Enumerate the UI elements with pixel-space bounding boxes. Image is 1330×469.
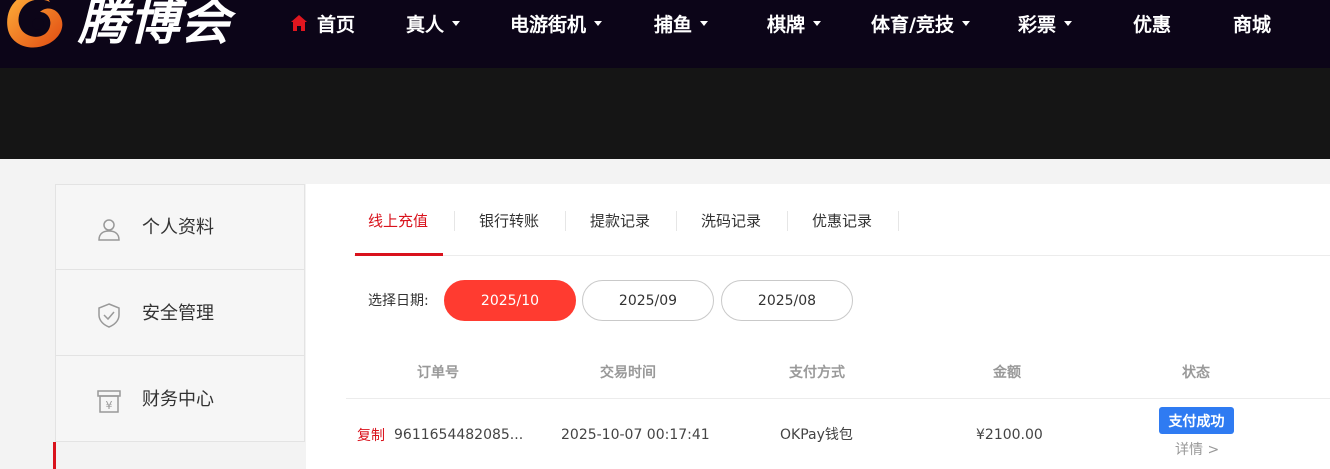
user-icon (98, 219, 120, 241)
tab-rebate-records[interactable]: 洗码记录 (701, 210, 761, 232)
nav-item-live[interactable]: 真人 (406, 10, 461, 36)
top-navigation-bar: 腾博会 首页 真人 电游街机 捕鱼 棋牌 体育/竞技 彩票 优惠 商城 (0, 0, 1330, 68)
nav-label: 捕鱼 (654, 13, 693, 36)
tab-divider (676, 211, 677, 231)
date-option-2025-08[interactable]: 2025/08 (721, 280, 853, 321)
chevron-down-icon (813, 20, 822, 26)
sidebar-item-profile[interactable]: 个人资料 (56, 185, 305, 270)
nav-item-home[interactable]: 首页 (290, 10, 355, 36)
sidebar-item-finance[interactable]: ¥ 财务中心 (56, 357, 305, 442)
nav-label: 商城 (1233, 13, 1272, 36)
date-filter-label: 选择日期: (368, 293, 429, 309)
payment-method: OKPay钱包 (780, 427, 853, 443)
date-option-2025-10[interactable]: 2025/10 (444, 280, 576, 321)
nav-label: 彩票 (1018, 13, 1057, 36)
column-header-amount: 金额 (993, 365, 1021, 381)
status-badge: 支付成功 (1159, 407, 1234, 434)
chevron-down-icon (961, 20, 970, 26)
main-nav: 首页 真人 电游街机 捕鱼 棋牌 体育/竞技 彩票 优惠 商城 (0, 0, 1330, 46)
chevron-down-icon (452, 20, 461, 26)
svg-text:¥: ¥ (106, 399, 113, 412)
tab-bank-transfer[interactable]: 银行转账 (479, 210, 539, 232)
column-header-order-no: 订单号 (417, 365, 459, 381)
sidebar-item-label: 个人资料 (142, 217, 214, 238)
active-indicator (53, 442, 56, 469)
column-header-method: 支付方式 (789, 365, 845, 381)
sidebar-item-label: 安全管理 (142, 303, 214, 324)
chevron-down-icon (700, 20, 709, 26)
finance-panel: 线上充值 银行转账 提款记录 洗码记录 优惠记录 选择日期: 2025/10 2… (306, 184, 1330, 469)
column-header-time: 交易时间 (600, 365, 656, 381)
copy-order-button[interactable]: 复制 (357, 426, 385, 446)
tab-divider (565, 211, 566, 231)
sidebar-item-label: 财务中心 (142, 389, 214, 410)
nav-item-fishing[interactable]: 捕鱼 (654, 10, 709, 36)
nav-item-sports[interactable]: 体育/竞技 (871, 10, 970, 36)
nav-item-shop[interactable]: 商城 (1233, 10, 1271, 36)
shield-icon (98, 303, 120, 328)
tab-divider (898, 211, 899, 231)
chevron-down-icon (594, 20, 603, 26)
transaction-time: 2025-10-07 00:17:41 (561, 427, 710, 443)
column-header-status: 状态 (1182, 365, 1210, 381)
active-tab-underline (355, 253, 443, 256)
finance-icon: ¥ (97, 390, 121, 413)
nav-label: 真人 (406, 13, 445, 36)
amount: ¥2100.00 (976, 427, 1043, 443)
tab-promotion-records[interactable]: 优惠记录 (812, 210, 872, 232)
home-icon (291, 15, 307, 31)
nav-item-promotions[interactable]: 优惠 (1133, 10, 1171, 36)
chevron-down-icon (1064, 20, 1073, 26)
nav-item-slots[interactable]: 电游街机 (510, 10, 603, 36)
table-header-divider (346, 398, 1330, 399)
tabs-divider (354, 255, 1330, 256)
tab-online-deposit[interactable]: 线上充值 (368, 210, 428, 232)
nav-item-cards[interactable]: 棋牌 (767, 10, 822, 36)
nav-item-lottery[interactable]: 彩票 (1018, 10, 1073, 36)
detail-link[interactable]: 详情 > (1175, 440, 1219, 460)
order-number: 9611654482085... (394, 427, 524, 443)
date-option-2025-09[interactable]: 2025/09 (582, 280, 714, 321)
nav-label: 棋牌 (767, 13, 806, 36)
nav-label: 体育/竞技 (871, 13, 954, 36)
tab-divider (787, 211, 788, 231)
nav-label: 首页 (317, 13, 356, 36)
banner-area (0, 68, 1330, 159)
nav-label: 电游街机 (510, 13, 587, 36)
nav-label: 优惠 (1133, 13, 1172, 36)
tab-divider (454, 211, 455, 231)
account-sidebar: 个人资料 安全管理 ¥ 财务中心 (55, 184, 305, 442)
sidebar-item-security[interactable]: 安全管理 (56, 271, 305, 356)
tab-withdrawal-records[interactable]: 提款记录 (590, 210, 650, 232)
